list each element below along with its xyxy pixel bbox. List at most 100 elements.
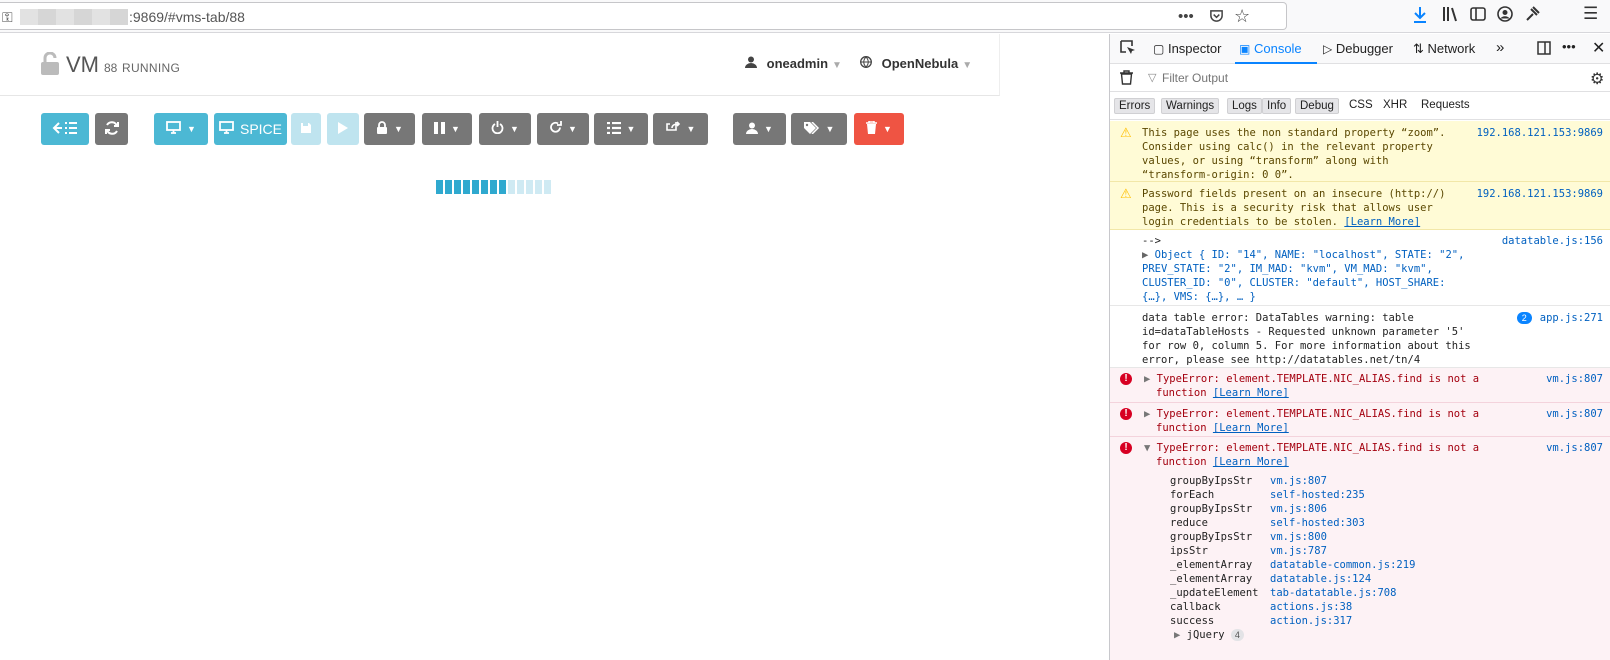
site-info-icon[interactable]: ⚿ bbox=[2, 9, 13, 26]
message-source[interactable]: app.js:271 bbox=[1540, 312, 1603, 324]
list-menu-button[interactable]: ▼ bbox=[594, 113, 648, 145]
stack-location-link[interactable]: datatable-common.js:219 bbox=[1270, 559, 1415, 571]
expand-triangle-icon[interactable]: ▶ bbox=[1142, 249, 1148, 261]
extension-icon[interactable] bbox=[1524, 6, 1540, 27]
stack-location-link[interactable]: datatable.js:124 bbox=[1270, 573, 1371, 585]
message-source[interactable]: 192.168.121.153:9869 bbox=[1477, 126, 1603, 140]
category-requests[interactable]: Requests bbox=[1417, 98, 1474, 112]
back-to-list-button[interactable] bbox=[41, 113, 89, 145]
stack-frame[interactable]: _elementArray datatable-common.js:219 bbox=[1170, 558, 1415, 572]
console-log[interactable]: data table error: DataTables warning: ta… bbox=[1110, 306, 1610, 368]
learn-more-link[interactable]: [Learn More] bbox=[1344, 216, 1420, 228]
stack-frame[interactable]: forEach self-hosted:235 bbox=[1170, 488, 1415, 502]
pause-menu-button[interactable]: ▼ bbox=[422, 113, 472, 145]
category-debug[interactable]: Debug bbox=[1295, 98, 1339, 114]
progress-segment bbox=[508, 180, 515, 194]
share-menu-button[interactable]: ▼ bbox=[653, 113, 708, 145]
dock-icon[interactable] bbox=[1537, 41, 1551, 58]
spice-button[interactable]: SPICE bbox=[214, 113, 287, 145]
settings-gear-icon[interactable]: ⚙ bbox=[1590, 69, 1604, 89]
category-xhr[interactable]: XHR bbox=[1379, 98, 1411, 112]
learn-more-link[interactable]: [Learn More] bbox=[1213, 456, 1289, 468]
stack-location-link[interactable]: action.js:317 bbox=[1270, 615, 1352, 627]
stack-frame[interactable]: ipsStr vm.js:787 bbox=[1170, 544, 1415, 558]
stack-location-link[interactable]: vm.js:806 bbox=[1270, 503, 1327, 515]
stack-location-link[interactable]: actions.js:38 bbox=[1270, 601, 1352, 613]
tab-inspector[interactable]: ▢ Inspector bbox=[1153, 41, 1221, 56]
page-actions-icon[interactable]: ••• bbox=[1178, 8, 1194, 25]
stack-location-link[interactable]: self-hosted:303 bbox=[1270, 517, 1365, 529]
delete-menu-button[interactable]: ▼ bbox=[854, 113, 904, 145]
reboot-menu-button[interactable]: ▼ bbox=[537, 113, 589, 145]
close-icon[interactable]: ✕ bbox=[1592, 38, 1605, 58]
message-line: TypeError: element.TEMPLATE.NIC_ALIAS.fi… bbox=[1156, 408, 1480, 420]
message-source[interactable]: 192.168.121.153:9869 bbox=[1477, 187, 1603, 201]
stack-location-link[interactable]: vm.js:807 bbox=[1270, 475, 1327, 487]
stack-location-link[interactable]: vm.js:787 bbox=[1270, 545, 1327, 557]
console-warning[interactable]: ⚠ This page uses the non standard proper… bbox=[1110, 121, 1610, 182]
account-icon[interactable] bbox=[1497, 6, 1513, 27]
expand-triangle-icon[interactable]: ▶ bbox=[1144, 408, 1150, 420]
console-error[interactable]: ! ▶ TypeError: element.TEMPLATE.NIC_ALIA… bbox=[1110, 403, 1610, 437]
trash-icon[interactable] bbox=[1120, 70, 1133, 88]
vnc-console-button[interactable]: ▼ bbox=[154, 113, 208, 145]
stack-frame[interactable]: groupByIpsStr vm.js:806 bbox=[1170, 502, 1415, 516]
stack-location-link[interactable]: vm.js:800 bbox=[1270, 531, 1327, 543]
element-picker-icon[interactable] bbox=[1120, 40, 1136, 59]
labels-menu-button[interactable]: ▼ bbox=[791, 113, 847, 145]
lock-menu-button[interactable]: ▼ bbox=[364, 113, 415, 145]
stack-frame[interactable]: reduce self-hosted:303 bbox=[1170, 516, 1415, 530]
stack-location-link[interactable]: self-hosted:235 bbox=[1270, 489, 1365, 501]
message-source[interactable]: vm.js:807 bbox=[1546, 407, 1603, 421]
console-error[interactable]: ! ▶ TypeError: element.TEMPLATE.NIC_ALIA… bbox=[1110, 368, 1610, 403]
zone-menu[interactable]: OpenNebula ▼ bbox=[860, 56, 972, 71]
category-css[interactable]: CSS bbox=[1345, 98, 1377, 112]
progress-segment bbox=[535, 180, 542, 194]
stack-frame[interactable]: _elementArray datatable.js:124 bbox=[1170, 572, 1415, 586]
stack-frame[interactable]: groupByIpsStr vm.js:807 bbox=[1170, 474, 1415, 488]
tab-network[interactable]: ⇅ Network bbox=[1413, 41, 1475, 57]
stack-frame[interactable]: _updateElement tab-datatable.js:708 bbox=[1170, 586, 1415, 600]
message-source[interactable]: vm.js:807 bbox=[1546, 372, 1603, 386]
learn-more-link[interactable]: [Learn More] bbox=[1213, 387, 1289, 399]
progress-segment bbox=[481, 180, 488, 194]
stack-frame[interactable]: success action.js:317 bbox=[1170, 614, 1415, 628]
message-source[interactable]: datatable.js:156 bbox=[1502, 234, 1603, 248]
category-errors[interactable]: Errors bbox=[1114, 98, 1156, 114]
more-tabs-icon[interactable]: » bbox=[1496, 39, 1504, 56]
tab-console[interactable]: ▣ Console bbox=[1239, 41, 1302, 56]
learn-more-link[interactable]: [Learn More] bbox=[1213, 422, 1289, 434]
message-source[interactable]: vm.js:807 bbox=[1546, 441, 1603, 455]
url-text[interactable]: :9869/#vms-tab/88 bbox=[129, 9, 245, 25]
object-preview-line[interactable]: Object { ID: "14", NAME: "localhost", ST… bbox=[1155, 249, 1465, 261]
category-logs[interactable]: Logs bbox=[1227, 98, 1262, 114]
category-warnings[interactable]: Warnings bbox=[1161, 98, 1220, 114]
collapse-triangle-icon[interactable]: ▼ bbox=[1144, 442, 1150, 454]
stack-location-link[interactable]: tab-datatable.js:708 bbox=[1270, 587, 1396, 599]
library-icon[interactable] bbox=[1442, 6, 1460, 27]
refresh-button[interactable] bbox=[95, 113, 128, 145]
jquery-frame-group[interactable]: ▶ jQuery 4 bbox=[1174, 628, 1244, 642]
sidebar-icon[interactable] bbox=[1470, 6, 1486, 27]
menu-icon[interactable]: ☰ bbox=[1583, 4, 1598, 24]
stack-frame[interactable]: groupByIpsStr vm.js:800 bbox=[1170, 530, 1415, 544]
more-options-icon[interactable]: ••• bbox=[1562, 39, 1576, 54]
console-log[interactable]: --> ▶ Object { ID: "14", NAME: "localhos… bbox=[1110, 230, 1610, 306]
user-menu[interactable]: oneadmin ▼ bbox=[745, 56, 842, 71]
downloads-icon[interactable] bbox=[1412, 6, 1428, 29]
stack-frame[interactable]: callback actions.js:38 bbox=[1170, 600, 1415, 614]
expand-triangle-icon[interactable]: ▶ bbox=[1174, 629, 1180, 641]
save-button[interactable] bbox=[291, 113, 321, 145]
bookmark-star-icon[interactable]: ☆ bbox=[1234, 6, 1250, 27]
expand-triangle-icon[interactable]: ▶ bbox=[1144, 373, 1150, 385]
url-bar[interactable]: ⚿ :9869/#vms-tab/88 ••• ☆ bbox=[0, 2, 1287, 30]
play-button[interactable] bbox=[327, 113, 359, 145]
tab-debugger[interactable]: ▷ Debugger bbox=[1323, 41, 1393, 56]
owner-menu-button[interactable]: ▼ bbox=[733, 113, 786, 145]
filter-input[interactable] bbox=[1162, 69, 1522, 87]
category-info[interactable]: Info bbox=[1262, 98, 1292, 114]
console-warning[interactable]: ⚠ Password fields present on an insecure… bbox=[1110, 182, 1610, 230]
console-error-expanded[interactable]: ! ▼ TypeError: element.TEMPLATE.NIC_ALIA… bbox=[1110, 437, 1610, 660]
pocket-icon[interactable] bbox=[1209, 8, 1224, 27]
power-menu-button[interactable]: ▼ bbox=[479, 113, 531, 145]
